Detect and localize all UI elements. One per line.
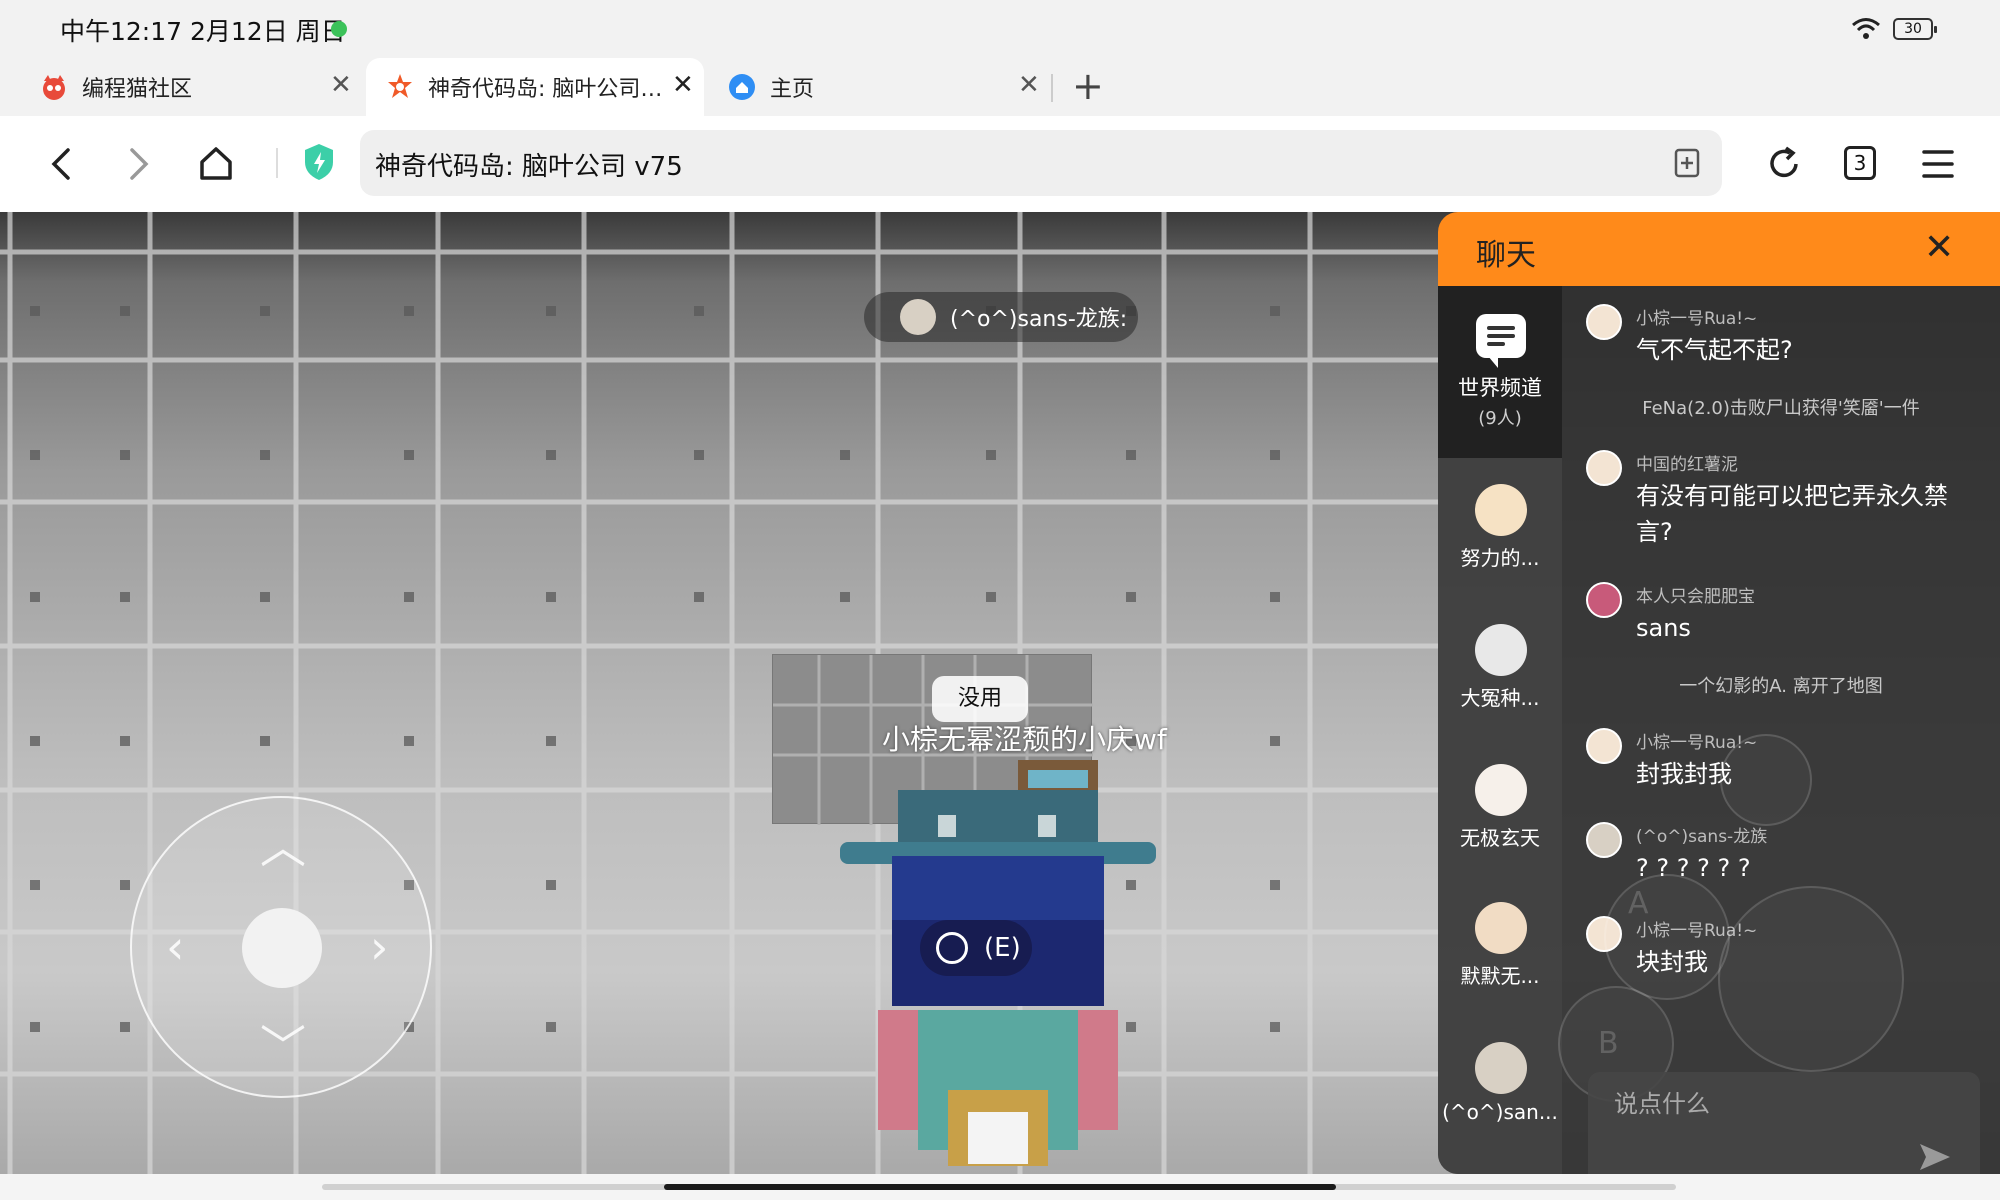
player-avatar — [1475, 764, 1527, 816]
message-user: 本人只会肥肥宝 — [1636, 587, 1755, 607]
refresh-icon[interactable] — [1766, 144, 1802, 184]
recording-dot — [331, 21, 347, 37]
close-icon[interactable]: ✕ — [672, 70, 694, 100]
player-name: (^o^)san... — [1442, 1100, 1558, 1124]
player-avatar — [900, 299, 936, 335]
message-user: (^o^)sans-龙族 — [1636, 827, 1768, 847]
menu-icon[interactable] — [1922, 144, 1954, 184]
system-message: FeNa(2.0)击败尸山获得'笑靥'一件 — [1642, 398, 1920, 419]
chat-header: 聊天 ✕ — [1438, 212, 2000, 286]
action-b-label: B — [1598, 1026, 1619, 1061]
user-avatar — [1586, 728, 1622, 764]
player-avatar — [1475, 624, 1527, 676]
status-bar: 中午12:17 2月12日 周日 30 — [0, 0, 2000, 58]
circle-icon — [936, 932, 968, 964]
toolbar-divider — [276, 148, 278, 178]
player-item[interactable]: 努力的... — [1438, 484, 1562, 624]
action-button-a[interactable] — [1604, 874, 1730, 1000]
overlapping-player-names: 小棕无幂涩颓的小庆wf — [882, 718, 1167, 758]
chat-title: 聊天 — [1476, 238, 1536, 273]
close-icon[interactable]: ✕ — [330, 70, 352, 100]
close-chat-button[interactable]: ✕ — [1924, 228, 1954, 268]
player-item[interactable]: 默默无... — [1438, 902, 1562, 1042]
codemao-icon — [40, 73, 68, 101]
arrow-down-icon: ﹀ — [260, 1020, 306, 1074]
battery-level: 30 — [1904, 21, 1922, 37]
action-a-label: A — [1628, 886, 1649, 921]
useless-label[interactable]: 没用 — [932, 676, 1028, 722]
system-message: 一个幻影的A. 离开了地图 — [1679, 676, 1883, 697]
tab-divider — [1051, 74, 1053, 102]
player-name: 无极玄天 — [1460, 826, 1540, 850]
tab-home[interactable]: 主页 ✕ — [728, 58, 1040, 116]
joystick-knob[interactable] — [242, 908, 322, 988]
player-avatar — [1475, 902, 1527, 954]
close-icon[interactable]: ✕ — [1018, 70, 1040, 100]
home-icon[interactable] — [198, 144, 234, 184]
browser-toolbar: 神奇代码岛: 脑叶公司 v75 3 — [0, 116, 2000, 212]
tab-label: 神奇代码岛: 脑叶公司 … — [428, 77, 664, 102]
tab-label: 主页 — [770, 77, 815, 102]
user-avatar — [1586, 304, 1622, 340]
jump-button[interactable] — [1718, 886, 1904, 1072]
wifi-icon — [1852, 18, 1880, 39]
overlay-name-mid: 幂涩颓 — [966, 723, 1051, 756]
home-page-icon — [728, 73, 756, 101]
chat-body: 世界频道 (9人) 努力的... 大冤种... 无极玄天 默默无... (^o^… — [1438, 286, 2000, 1200]
shield-icon[interactable] — [302, 142, 336, 182]
message-user: 中国的红薯泥 — [1636, 455, 1738, 475]
battery-icon: 30 — [1893, 18, 1937, 40]
tab-label: 编程猫社区 — [82, 77, 193, 102]
new-tab-button[interactable]: + — [1072, 66, 1104, 106]
forward-icon[interactable] — [124, 144, 154, 184]
tab-count: 3 — [1853, 151, 1867, 175]
interact-button[interactable]: (E) — [920, 920, 1032, 976]
bottom-bar — [0, 1174, 2000, 1200]
user-avatar — [1586, 450, 1622, 486]
movement-joystick[interactable]: ︿ ﹀ ‹ › — [130, 796, 432, 1098]
player-tag-text: (^o^)sans-龙族: — [950, 307, 1128, 332]
world-channel[interactable]: 世界频道 (9人) — [1438, 286, 1562, 458]
player-avatar — [1475, 1042, 1527, 1094]
code-island-icon — [386, 73, 414, 101]
home-indicator[interactable] — [664, 1184, 1336, 1190]
message-user: 小棕一号Rua!~ — [1636, 309, 1758, 329]
chat-bubble-icon — [1476, 314, 1526, 368]
channel-name: 世界频道 — [1458, 376, 1542, 400]
overlay-name-end: 的小庆wf — [1050, 723, 1167, 756]
message-text: 气不气起不起? — [1636, 336, 1793, 364]
url-text[interactable]: 神奇代码岛: 脑叶公司 v75 — [375, 146, 683, 183]
player-item[interactable]: 无极玄天 — [1438, 764, 1562, 904]
send-icon[interactable] — [1918, 1142, 1952, 1172]
interact-key: (E) — [984, 933, 1021, 963]
player-name: 努力的... — [1460, 546, 1540, 570]
tab-count-button[interactable]: 3 — [1844, 146, 1876, 180]
add-bookmark-icon[interactable] — [1674, 148, 1700, 178]
skill-button[interactable] — [1720, 734, 1812, 826]
player-name: 大冤种... — [1460, 686, 1540, 710]
message-text: 有没有可能可以把它弄永久禁言? — [1636, 482, 1948, 546]
player-avatar — [1475, 484, 1527, 536]
tab-magic-code-island[interactable]: 神奇代码岛: 脑叶公司 … ✕ — [366, 58, 704, 116]
channel-list: 世界频道 (9人) 努力的... 大冤种... 无极玄天 默默无... (^o^… — [1438, 286, 1562, 1174]
tab-codemao-community[interactable]: 编程猫社区 ✕ — [40, 58, 352, 116]
arrow-right-icon: › — [370, 920, 389, 974]
chat-panel: 聊天 ✕ 世界频道 (9人) 努力的... 大冤种... 无极玄天 默默无...… — [1438, 212, 2000, 1200]
user-avatar — [1586, 822, 1622, 858]
address-bar[interactable]: 神奇代码岛: 脑叶公司 v75 — [360, 130, 1722, 196]
channel-count: (9人) — [1478, 408, 1522, 429]
user-avatar — [1586, 582, 1622, 618]
chat-input[interactable] — [1614, 1084, 1934, 1124]
tab-bar: 编程猫社区 ✕ 神奇代码岛: 脑叶公司 … ✕ 主页 ✕ + — [0, 58, 2000, 116]
overlay-name-start: 小棕无 — [882, 723, 967, 756]
back-icon[interactable] — [46, 144, 76, 184]
player-name-tag: (^o^)sans-龙族: — [864, 292, 1138, 342]
arrow-up-icon: ︿ — [260, 820, 306, 874]
message-text: sans — [1636, 614, 1691, 642]
status-time: 中午12:17 2月12日 周日 — [60, 17, 346, 46]
player-item[interactable]: (^o^)san... — [1438, 1042, 1562, 1182]
arrow-left-icon: ‹ — [166, 920, 185, 974]
player-name: 默默无... — [1460, 964, 1540, 988]
player-item[interactable]: 大冤种... — [1438, 624, 1562, 764]
